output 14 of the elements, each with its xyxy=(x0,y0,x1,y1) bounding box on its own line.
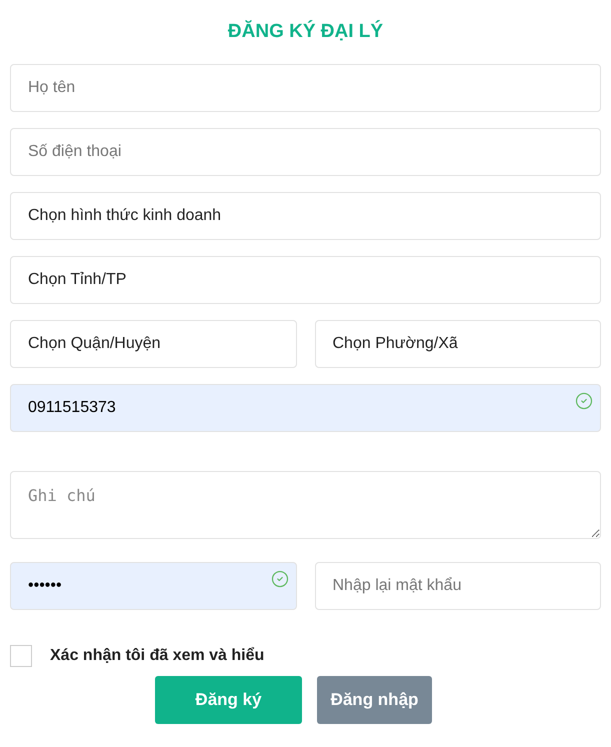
input-field[interactable]: •••••• xyxy=(10,562,296,610)
agree-checkbox[interactable] xyxy=(10,644,32,666)
login-button[interactable]: Đăng nhập xyxy=(317,676,432,724)
select-field[interactable]: Chọn Tỉnh/TP xyxy=(10,256,601,304)
notes-field[interactable]: Ghi chú xyxy=(10,470,601,538)
select-field[interactable]: Chọn Phường/Xã xyxy=(314,320,601,368)
select-field[interactable]: Chọn Quận/Huyện xyxy=(10,320,296,368)
input-field[interactable]: Nhập lại mật khẩu xyxy=(314,562,601,610)
form-title: ĐĂNG KÝ ĐẠI LÝ xyxy=(226,19,384,44)
input-field[interactable]: 0911515373 xyxy=(10,384,601,432)
input-field[interactable]: Số điện thoại xyxy=(10,128,601,176)
agree-label: Xác nhận tôi đã xem và hiểu xyxy=(50,646,264,666)
input-field[interactable]: Họ tên xyxy=(10,64,601,112)
select-field[interactable]: Chọn hình thức kinh doanh xyxy=(10,192,601,240)
